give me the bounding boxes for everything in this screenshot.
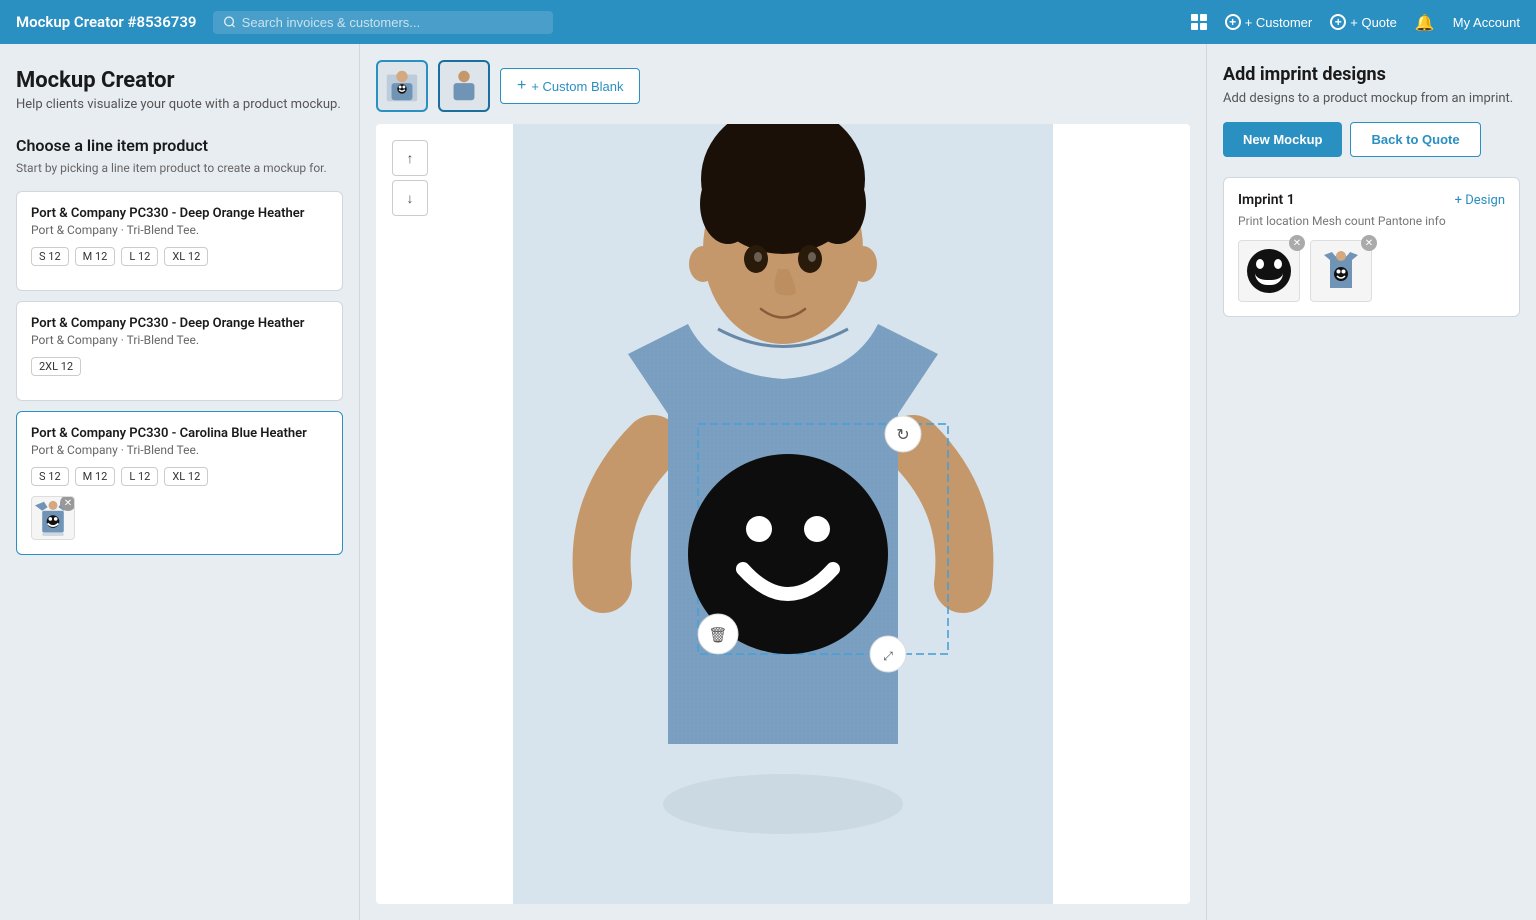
custom-blank-button[interactable]: + + Custom Blank [500, 68, 640, 104]
size-tag: L 12 [121, 467, 158, 486]
shirt-icon [1319, 249, 1363, 293]
model-container: ↻ 🗑 ⤢ [376, 124, 1190, 904]
right-panel-buttons: New Mockup Back to Quote [1223, 122, 1520, 157]
size-tags: S 12 M 12 L 12 XL 12 [31, 467, 328, 486]
front-view-icon [383, 67, 421, 105]
canvas-nav-arrows: ↑ ↓ [392, 140, 428, 216]
imprint-card: Imprint 1 + Design Print location Mesh c… [1223, 177, 1520, 317]
nav-down-button[interactable]: ↓ [392, 180, 428, 216]
front-view-button[interactable] [376, 60, 428, 112]
choose-product-hint: Start by picking a line item product to … [16, 161, 343, 175]
right-eye [1274, 259, 1282, 269]
size-tag: XL 12 [164, 467, 208, 486]
svg-text:↻: ↻ [896, 425, 909, 444]
page-subtitle: Help clients visualize your quote with a… [16, 97, 343, 112]
page-title: Mockup Creator [16, 68, 343, 93]
size-tags: S 12 M 12 L 12 XL 12 [31, 247, 328, 266]
size-tag: M 12 [75, 247, 116, 266]
size-tag: S 12 [31, 467, 69, 486]
nav-up-button[interactable]: ↑ [392, 140, 428, 176]
size-tags: 2XL 12 [31, 357, 328, 376]
imprint-thumb-shirt[interactable]: ✕ [1310, 240, 1372, 302]
left-panel: Mockup Creator Help clients visualize yo… [0, 44, 360, 920]
product-name: Port & Company PC330 - Deep Orange Heath… [31, 206, 328, 221]
nav-right: + + Customer + + Quote 🔔 My Account [1191, 13, 1520, 32]
plus-icon: + [1330, 14, 1346, 30]
left-eye [1256, 259, 1264, 269]
my-account-button[interactable]: My Account [1453, 15, 1520, 30]
product-name: Port & Company PC330 - Deep Orange Heath… [31, 316, 328, 331]
canvas-area: ↑ ↓ [376, 124, 1190, 904]
smile [1255, 273, 1283, 285]
choose-product-title: Choose a line item product [16, 136, 343, 155]
shirt-preview-icon [1320, 250, 1362, 292]
alt-view-button[interactable] [438, 60, 490, 112]
center-panel: + + Custom Blank ↑ ↓ [360, 44, 1206, 920]
size-tag: XL 12 [164, 247, 208, 266]
imprint-meta: Print location Mesh count Pantone info [1238, 214, 1505, 228]
model-image: ↻ 🗑 ⤢ [513, 124, 1053, 904]
imprint-title: Imprint 1 [1238, 192, 1295, 208]
product-card[interactable]: Port & Company PC330 - Deep Orange Heath… [16, 301, 343, 401]
product-sub: Port & Company · Tri-Blend Tee. [31, 223, 328, 237]
plus-icon: + [517, 77, 526, 95]
svg-text:⤢: ⤢ [882, 649, 893, 663]
product-name: Port & Company PC330 - Carolina Blue Hea… [31, 426, 328, 441]
brand-label: Mockup Creator #8536739 [16, 13, 197, 31]
new-mockup-button[interactable]: New Mockup [1223, 122, 1342, 157]
product-card[interactable]: Port & Company PC330 - Deep Orange Heath… [16, 191, 343, 291]
imprint-thumbs: ✕ ✕ [1238, 240, 1505, 302]
size-tag: S 12 [31, 247, 69, 266]
search-icon [223, 15, 236, 29]
product-sub: Port & Company · Tri-Blend Tee. [31, 443, 328, 457]
alt-view-icon [445, 67, 483, 105]
imprint-header: Imprint 1 + Design [1238, 192, 1505, 208]
product-card-active[interactable]: Port & Company PC330 - Carolina Blue Hea… [16, 411, 343, 555]
product-sub: Port & Company · Tri-Blend Tee. [31, 333, 328, 347]
imprint-thumb-smiley[interactable]: ✕ [1238, 240, 1300, 302]
grid-icon[interactable] [1191, 14, 1207, 30]
notification-bell-icon[interactable]: 🔔 [1415, 13, 1435, 32]
size-tag: L 12 [121, 247, 158, 266]
top-nav: Mockup Creator #8536739 + + Customer + +… [0, 0, 1536, 44]
size-tag: 2XL 12 [31, 357, 81, 376]
right-panel-subtitle: Add designs to a product mockup from an … [1223, 91, 1520, 106]
size-tag: M 12 [75, 467, 116, 486]
back-to-quote-button[interactable]: Back to Quote [1350, 122, 1480, 157]
add-customer-button[interactable]: + + Customer [1225, 14, 1313, 30]
right-panel: Add imprint designs Add designs to a pro… [1206, 44, 1536, 920]
svg-text:🗑: 🗑 [708, 626, 727, 644]
remove-design-button[interactable]: ✕ [60, 496, 75, 511]
smiley-icon [1247, 249, 1291, 293]
plus-icon: + [1225, 14, 1241, 30]
canvas-toolbar: + + Custom Blank [376, 60, 1190, 112]
search-bar[interactable] [213, 11, 553, 34]
design-thumbnail: ✕ [31, 496, 75, 540]
remove-imprint-button[interactable]: ✕ [1361, 235, 1377, 251]
page-layout: Mockup Creator Help clients visualize yo… [0, 44, 1536, 920]
right-panel-title: Add imprint designs [1223, 64, 1520, 85]
remove-imprint-button[interactable]: ✕ [1289, 235, 1305, 251]
add-design-link[interactable]: + Design [1455, 193, 1505, 208]
add-quote-button[interactable]: + + Quote [1330, 14, 1397, 30]
search-input[interactable] [242, 15, 543, 30]
